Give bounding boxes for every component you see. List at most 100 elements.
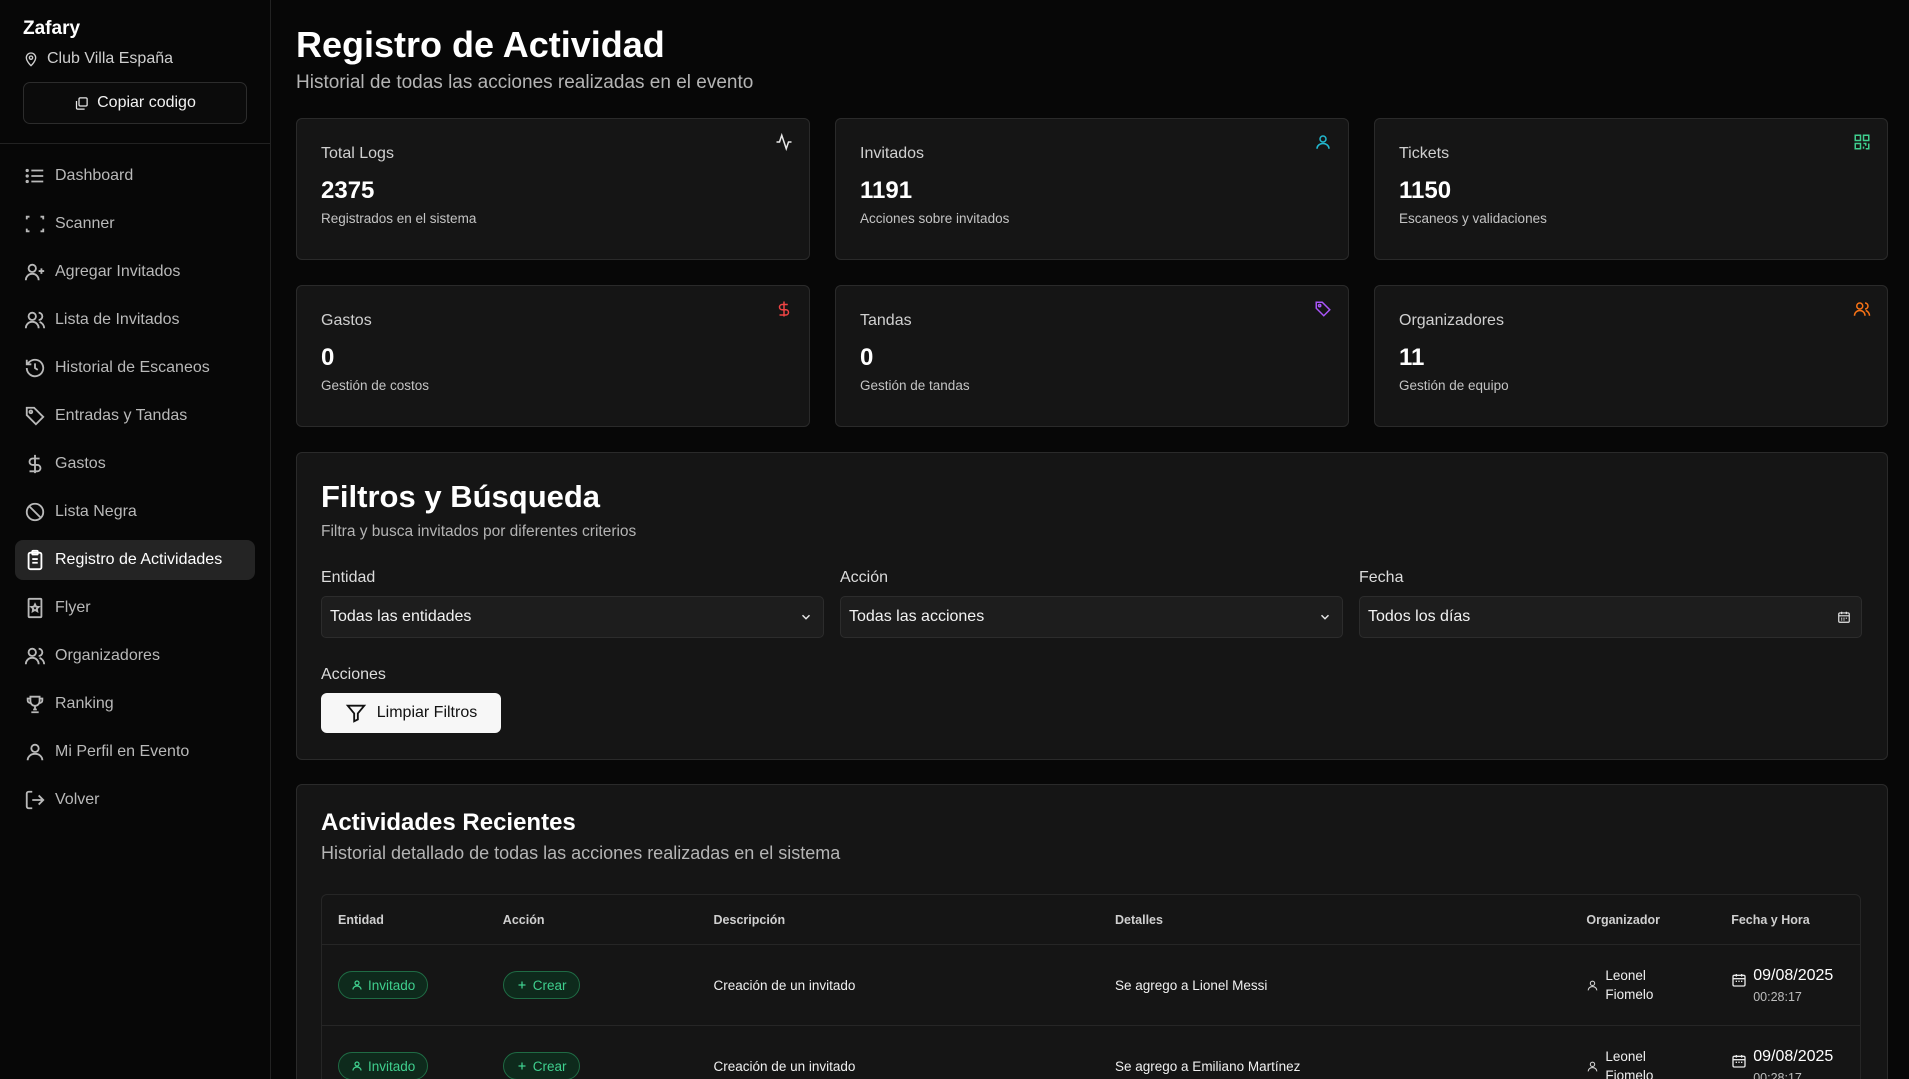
stat-card-tickets: Tickets 1150 Escaneos y validaciones <box>1374 118 1888 260</box>
table-row[interactable]: Invitado Crear Creación de un invitado S… <box>322 945 1860 1026</box>
sidebar-item-label: Dashboard <box>55 167 134 184</box>
sidebar-item-ranking[interactable]: Ranking <box>15 684 255 724</box>
calendar-icon <box>1732 1054 1746 1068</box>
date-picker-value: Todos los días <box>1368 608 1471 625</box>
entity-label: Entidad <box>321 569 376 586</box>
list-icon <box>25 168 44 184</box>
sidebar-item-historial-escaneos[interactable]: Historial de Escaneos <box>15 348 255 388</box>
calendar-icon <box>1732 973 1746 987</box>
flyer-icon <box>27 597 43 619</box>
organizer-name: Leonel Fiomelo <box>1605 966 1653 1004</box>
sidebar-item-label: Lista de Invitados <box>55 311 180 328</box>
user-icon <box>1316 135 1330 149</box>
actions-label: Acciones <box>321 666 386 683</box>
column-header: Acción <box>502 912 545 927</box>
column-header: Fecha y Hora <box>1731 912 1810 927</box>
venue: Club Villa España <box>23 50 270 68</box>
sidebar-item-dashboard[interactable]: Dashboard <box>15 156 255 196</box>
sidebar-item-flyer[interactable]: Flyer <box>15 588 255 628</box>
activity-table: Entidad Acción Descripción Detalles Orga… <box>321 894 1861 1079</box>
sidebar-item-scanner[interactable]: Scanner <box>15 204 255 244</box>
sidebar-item-registro-actividades[interactable]: Registro de Actividades <box>15 540 255 580</box>
stat-value: 1150 <box>1399 177 1452 204</box>
stat-value: 0 <box>321 344 335 371</box>
organizer-first-name: Leonel <box>1605 1049 1646 1064</box>
date-value: 09/08/2025 <box>1753 966 1834 984</box>
date-picker[interactable]: Todos los días <box>1359 596 1862 638</box>
action-select-value: Todas las acciones <box>849 608 985 625</box>
entity-badge: Invitado <box>338 1052 429 1079</box>
activity-icon <box>776 133 792 151</box>
dollar-icon <box>28 454 42 474</box>
entity-cell: Invitado <box>322 971 487 999</box>
sidebar: Zafary Club Villa España Copiar codigo D… <box>0 0 271 1079</box>
user-icon <box>1588 980 1598 990</box>
datetime-cell: 09/08/2025 00:28:17 <box>1715 967 1860 1004</box>
user-icon <box>1588 1061 1598 1071</box>
sidebar-item-agregar-invitados[interactable]: Agregar Invitados <box>15 252 255 292</box>
copy-code-button[interactable]: Copiar codigo <box>23 82 247 124</box>
stat-description: Escaneos y validaciones <box>1399 211 1547 226</box>
stats-grid: Total Logs 2375 Registrados en el sistem… <box>296 118 1888 427</box>
date-label: Fecha <box>1359 569 1404 586</box>
page-title: Registro de Actividad <box>296 24 665 65</box>
clear-filters-label: Limpiar Filtros <box>376 704 478 721</box>
entity-select[interactable]: Todas las entidades <box>321 596 824 638</box>
copy-icon <box>76 96 88 110</box>
chevron-down-icon <box>1320 614 1330 620</box>
sidebar-item-label: Volver <box>55 791 100 808</box>
event-name: Zafary <box>23 18 81 39</box>
sidebar-item-gastos[interactable]: Gastos <box>15 444 255 484</box>
sidebar-item-label: Organizadores <box>55 647 160 664</box>
action-cell: Crear <box>487 971 698 999</box>
time-value: 00:28:17 <box>1753 1070 1802 1079</box>
stat-value: 1191 <box>860 177 913 204</box>
brand: Zafary Club Villa España <box>0 0 270 68</box>
sidebar-item-label: Scanner <box>55 215 115 232</box>
sidebar-item-lista-negra[interactable]: Lista Negra <box>15 492 255 532</box>
entity-select-value: Todas las entidades <box>330 608 472 625</box>
plus-icon <box>518 981 526 989</box>
stat-label: Organizadores <box>1399 312 1504 329</box>
sidebar-item-label: Registro de Actividades <box>55 551 223 568</box>
details-cell: Se agrego a Lionel Messi <box>1115 977 1268 993</box>
description-cell: Creación de un invitado <box>713 977 856 993</box>
stat-value: 0 <box>860 344 874 371</box>
clear-filters-button[interactable]: Limpiar Filtros <box>321 693 501 733</box>
stat-card-total-logs: Total Logs 2375 Registrados en el sistem… <box>296 118 810 260</box>
clipboard-icon <box>27 549 43 571</box>
sidebar-item-organizadores[interactable]: Organizadores <box>15 636 255 676</box>
qr-icon <box>1854 134 1870 150</box>
organizer-last-name: Fiomelo <box>1605 1068 1654 1079</box>
page-subtitle: Historial de todas las acciones realizad… <box>296 72 754 93</box>
sidebar-item-label: Mi Perfil en Evento <box>55 743 190 760</box>
sidebar-item-volver[interactable]: Volver <box>15 780 255 820</box>
filters-panel: Filtros y Búsqueda Filtra y busca invita… <box>296 452 1888 760</box>
logout-icon <box>25 790 45 810</box>
stat-description: Gestión de tandas <box>860 378 970 393</box>
action-badge: Crear <box>502 1052 580 1079</box>
time-value: 00:28:17 <box>1753 989 1802 1004</box>
sidebar-item-label: Historial de Escaneos <box>55 359 210 376</box>
date-value: 09/08/2025 <box>1753 1047 1834 1065</box>
sidebar-item-mi-perfil[interactable]: Mi Perfil en Evento <box>15 732 255 772</box>
sidebar-item-label: Lista Negra <box>55 503 137 520</box>
entity-badge-label: Invitado <box>368 1058 416 1074</box>
datetime: 09/08/2025 00:28:17 <box>1731 1048 1860 1079</box>
recent-title: Actividades Recientes <box>321 809 576 836</box>
sidebar-item-entradas-tandas[interactable]: Entradas y Tandas <box>15 396 255 436</box>
entity-badge: Invitado <box>338 971 429 999</box>
history-icon <box>25 358 45 378</box>
user-icon <box>352 980 362 990</box>
action-badge-label: Crear <box>532 1058 567 1074</box>
stat-value: 11 <box>1399 344 1425 371</box>
action-select[interactable]: Todas las acciones <box>840 596 1343 638</box>
sidebar-item-lista-invitados[interactable]: Lista de Invitados <box>15 300 255 340</box>
stat-label: Invitados <box>860 145 925 162</box>
main-content: Registro de Actividad Historial de todas… <box>296 0 1888 1079</box>
description-cell: Creación de un invitado <box>713 1058 856 1074</box>
tag-icon <box>1315 301 1331 317</box>
stat-label: Total Logs <box>321 145 394 162</box>
entity-badge-label: Invitado <box>368 977 416 993</box>
table-row[interactable]: Invitado Crear Creación de un invitado S… <box>322 1026 1860 1079</box>
